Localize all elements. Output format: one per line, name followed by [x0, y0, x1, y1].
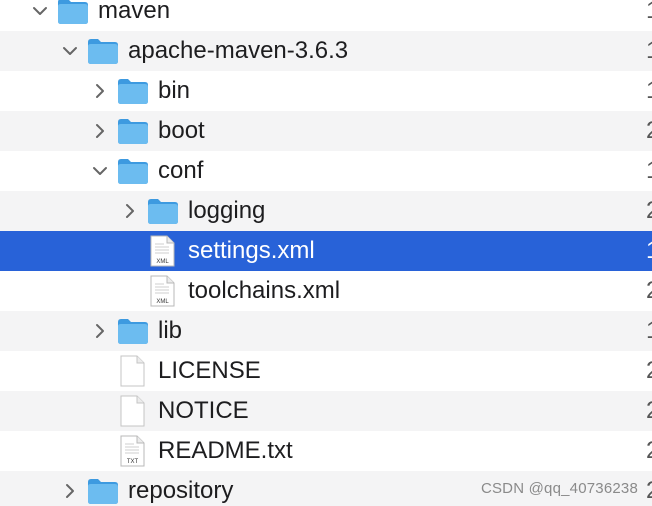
- column-cell: 2: [646, 278, 652, 304]
- column-cell: 1: [646, 238, 652, 264]
- column-cell: 1: [646, 158, 652, 184]
- column-cell: 1: [646, 38, 652, 64]
- chevron-right-icon[interactable]: [61, 482, 79, 500]
- column-cell: 2: [646, 438, 652, 464]
- folder-icon: [118, 79, 148, 104]
- tree-row-license[interactable]: LICENSE 2: [0, 351, 652, 391]
- tree-row-label: lib: [158, 317, 183, 344]
- tree-row-label: logging: [188, 197, 266, 224]
- tree-row-label: maven: [98, 0, 171, 24]
- tree-row-settings-xml[interactable]: XML settings.xml 1: [0, 231, 652, 271]
- file-tree: maven 1 apache-maven-3.6.3 1 bin 1 boot …: [0, 0, 652, 506]
- finder-list-view: maven 1 apache-maven-3.6.3 1 bin 1 boot …: [0, 0, 652, 506]
- chevron-right-icon[interactable]: [91, 322, 109, 340]
- xml-file-icon: XML: [150, 235, 175, 267]
- chevron-right-icon[interactable]: [91, 122, 109, 140]
- column-cell: 1: [646, 318, 652, 344]
- folder-icon: [118, 159, 148, 184]
- folder-icon: [88, 39, 118, 64]
- tree-row-apache-maven[interactable]: apache-maven-3.6.3 1: [0, 31, 652, 71]
- blank-file-icon: [120, 395, 145, 427]
- tree-row-logging[interactable]: logging 2: [0, 191, 652, 231]
- chevron-right-icon[interactable]: [91, 82, 109, 100]
- tree-row-maven[interactable]: maven 1: [0, 0, 652, 31]
- chevron-down-icon[interactable]: [31, 2, 49, 20]
- column-cell: 2: [646, 118, 652, 144]
- tree-row-label: NOTICE: [158, 397, 249, 424]
- column-cell: 2: [646, 398, 652, 424]
- column-cell: 1: [646, 78, 652, 104]
- column-cell: 1: [646, 0, 652, 24]
- folder-icon: [58, 0, 88, 24]
- tree-row-boot[interactable]: boot 2: [0, 111, 652, 151]
- tree-row-label: bin: [158, 77, 191, 104]
- tree-row-label: toolchains.xml: [188, 277, 341, 304]
- chevron-down-icon[interactable]: [91, 162, 109, 180]
- tree-row-label: apache-maven-3.6.3: [128, 37, 349, 64]
- chevron-down-icon[interactable]: [61, 42, 79, 60]
- chevron-right-icon[interactable]: [121, 202, 139, 220]
- tree-row-notice[interactable]: NOTICE 2: [0, 391, 652, 431]
- file-badge: TXT: [127, 459, 139, 465]
- column-cell: 2: [646, 198, 652, 224]
- column-cell: 2: [646, 358, 652, 384]
- folder-icon: [118, 119, 148, 144]
- xml-file-icon: XML: [150, 275, 175, 307]
- tree-row-bin[interactable]: bin 1: [0, 71, 652, 111]
- tree-row-label: settings.xml: [188, 237, 315, 264]
- file-badge: XML: [156, 259, 169, 265]
- tree-row-toolchains-xml[interactable]: XML toolchains.xml 2: [0, 271, 652, 311]
- folder-icon: [118, 319, 148, 344]
- tree-row-readme-txt[interactable]: TXT README.txt 2: [0, 431, 652, 471]
- tree-row-label: LICENSE: [158, 357, 261, 384]
- folder-icon: [88, 479, 118, 504]
- tree-row-label: conf: [158, 157, 204, 184]
- tree-row-lib[interactable]: lib 1: [0, 311, 652, 351]
- folder-icon: [148, 199, 178, 224]
- tree-row-conf[interactable]: conf 1: [0, 151, 652, 191]
- blank-file-icon: [120, 355, 145, 387]
- file-badge: XML: [156, 299, 169, 305]
- tree-row-label: boot: [158, 117, 205, 144]
- watermark: CSDN @qq_40736238: [480, 480, 638, 497]
- tree-row-label: repository: [128, 477, 234, 504]
- tree-row-label: README.txt: [158, 437, 293, 464]
- txt-file-icon: TXT: [120, 435, 145, 467]
- column-cell: 2: [646, 478, 652, 504]
